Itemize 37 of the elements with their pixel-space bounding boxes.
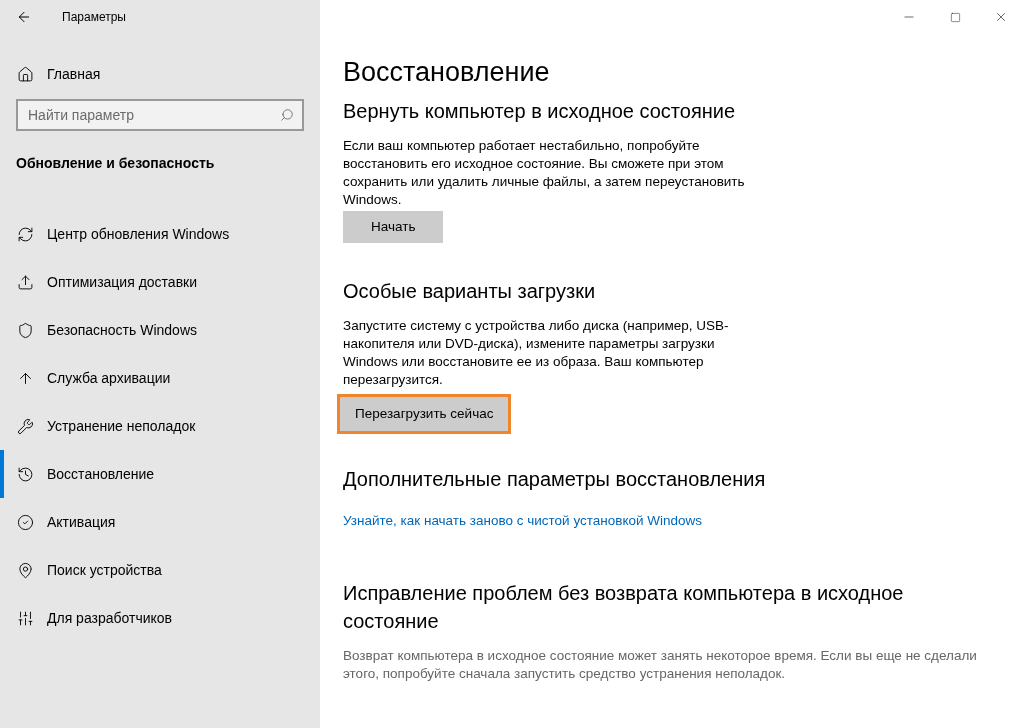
sidebar-item[interactable]: Центр обновления Windows: [0, 210, 320, 258]
wrench-icon: [17, 417, 34, 435]
back-icon: [16, 9, 32, 25]
home-icon: [17, 65, 34, 83]
section-heading: Вернуть компьютер в исходное состояние: [343, 99, 737, 124]
search-icon: [280, 108, 294, 122]
action-button[interactable]: Начать: [343, 211, 444, 243]
sidebar-item[interactable]: Оптимизация доставки: [0, 258, 320, 306]
sidebar-item[interactable]: Активация: [0, 498, 320, 546]
location-icon: [17, 561, 34, 579]
maximize-icon: [949, 11, 961, 23]
sliders-icon: [17, 609, 34, 627]
check-circle-icon: [17, 513, 34, 531]
upload-icon: [17, 273, 34, 291]
page-title: Восстановление: [343, 56, 551, 89]
close-icon: [994, 10, 1008, 24]
sidebar-item[interactable]: Устранение неполадок: [0, 402, 320, 450]
section-heading: Исправление проблем без возврата компьютера в исходное состояние: [343, 581, 905, 635]
sidebar-item[interactable]: Восстановление: [0, 450, 320, 498]
home-item[interactable]: Главная: [0, 54, 320, 94]
section-description: Если ваш компьютер работает нестабильно, попробуйте восстановить его исходное состояние. Вы сможете при этом сохранить или удалить личные файлы, а затем переустановить Windows.: [343, 137, 746, 209]
shield-icon: [17, 321, 34, 339]
section-title: Обновление и безопасность: [16, 154, 216, 173]
sidebar-item[interactable]: Служба архивации: [0, 354, 320, 402]
section-heading: Дополнительные параметры восстановления: [343, 467, 767, 492]
sidebar-item[interactable]: Поиск устройства: [0, 546, 320, 594]
action-button[interactable]: Перезагрузить сейчас: [340, 397, 509, 431]
section-description: Возврат компьютера в исходное состояние может занять некоторое время. Если вы еще не сделали этого, попробуйте сначала запустить средство устранения неполадок.: [343, 647, 978, 684]
restore-icon: [17, 465, 34, 483]
sidebar-item[interactable]: Для разработчиков: [0, 594, 320, 642]
search-field[interactable]: Найти параметр: [16, 99, 304, 131]
clean-install-link[interactable]: Узнайте, как начать заново с чистой установкой Windows: [343, 511, 1004, 532]
refresh-icon: [17, 225, 34, 243]
window-title: Параметры: [62, 9, 126, 26]
sidebar-item[interactable]: Безопасность Windows: [0, 306, 320, 354]
section-description: Запустите систему с устройства либо диска (например, USB-накопителя или DVD-диска), измените параметры загрузки Windows или восстановите ее из образа. Ваш компьютер перезагрузится.: [343, 317, 730, 389]
section-heading: Особые варианты загрузки: [343, 279, 597, 304]
